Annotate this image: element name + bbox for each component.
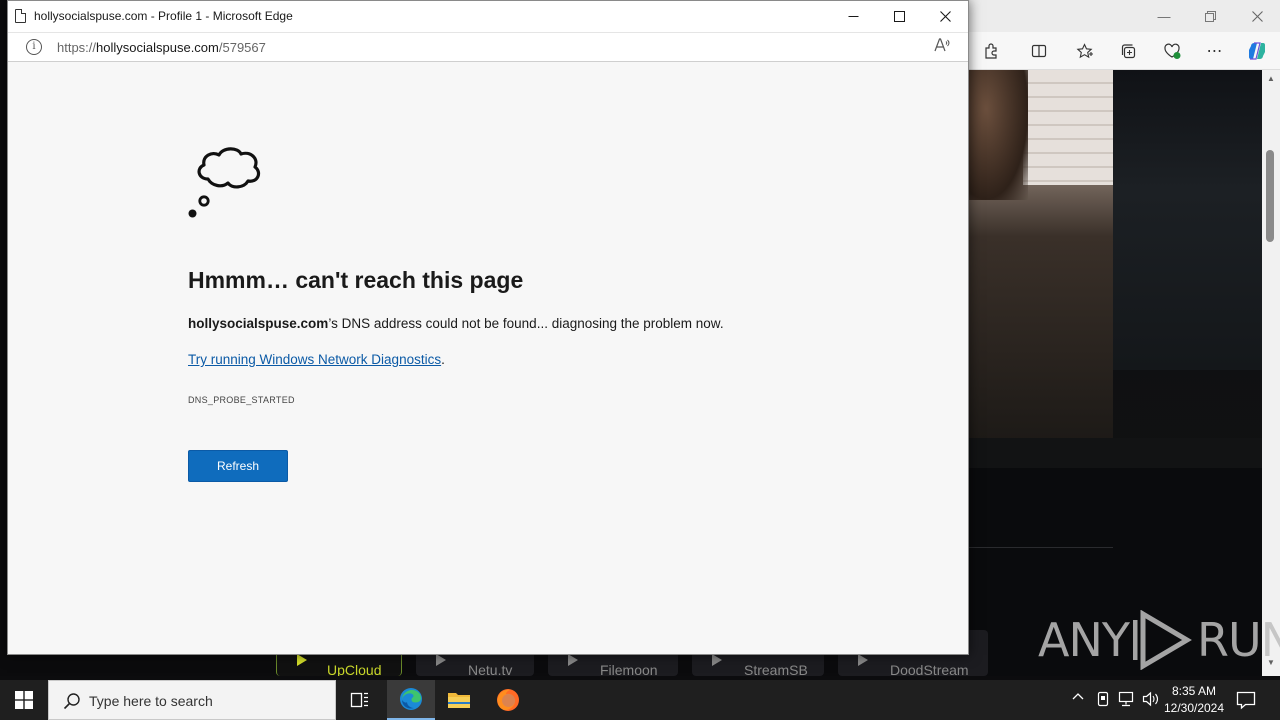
firefox-icon [497,689,519,711]
play-icon [436,654,446,666]
favorites-icon[interactable] [1073,40,1095,62]
url-text[interactable]: https://hollysocialspuse.com/579567 [57,40,266,55]
server-tab-label: StreamSB [744,662,808,676]
taskbar-edge[interactable] [387,680,435,720]
error-description: hollysocialspuse.com’s DNS address could… [188,316,724,331]
play-logo-icon [1132,610,1192,670]
error-host: hollysocialspuse.com [188,316,329,331]
scroll-up-icon[interactable]: ▲ [1262,72,1280,86]
server-tab-label: Filemoon [600,662,658,676]
show-hidden-icons[interactable] [1072,691,1084,706]
refresh-button[interactable]: Refresh [188,450,288,482]
edge-icon [400,688,422,710]
folder-icon [448,693,470,708]
taskbar-clock[interactable]: 8:35 AM 12/30/2024 [1158,683,1230,717]
error-page: Hmmm… can't reach this page hollysocials… [8,62,968,654]
extensions-icon[interactable] [980,40,1002,62]
play-icon [712,654,722,666]
window-title: hollysocialspuse.com - Profile 1 - Micro… [34,9,293,23]
play-icon [858,654,868,666]
anyrun-watermark: ANY RUN [1038,608,1280,672]
play-icon [568,654,578,666]
minimize-button[interactable] [830,1,876,32]
background-titlebar: — [968,0,1280,32]
error-title: Hmmm… can't reach this page [188,267,524,293]
url-scheme: https:// [57,40,97,55]
clock-date: 12/30/2024 [1163,701,1225,715]
url-path: /579567 [218,40,266,55]
scrollbar-thumb[interactable] [1266,150,1274,242]
taskbar-search-box[interactable]: Type here to search [48,680,336,720]
search-placeholder: Type here to search [89,693,213,709]
url-host: hollysocialspuse.com [96,40,219,55]
watermark-text: RUN [1196,613,1280,667]
windows-logo-icon [15,691,33,709]
taskbar-firefox[interactable] [484,680,532,720]
network-icon[interactable] [1118,691,1136,710]
video-frame-detail [1023,70,1113,185]
error-code: DNS_PROBE_STARTED [188,395,295,405]
close-icon[interactable] [1234,0,1280,32]
start-button[interactable] [0,680,48,720]
watermark-text: ANY [1038,613,1130,667]
thought-cloud-icon [188,147,261,218]
taskbar-file-explorer[interactable] [435,680,483,720]
video-control-bar[interactable] [968,438,1262,468]
clock-time: 8:35 AM [1171,684,1217,698]
server-tab-label: DoodStream [890,662,969,676]
notifications-icon[interactable] [1236,690,1256,715]
minimize-icon [848,16,858,17]
video-frame-light [968,70,1028,200]
more-options-icon[interactable]: ⋯ [1204,40,1226,62]
popup-titlebar[interactable]: hollysocialspuse.com - Profile 1 - Micro… [8,1,968,32]
browser-essentials-icon[interactable] [1161,40,1183,62]
background-toolbar: ⋯ [968,32,1280,70]
minimize-icon[interactable]: — [1141,0,1187,32]
divider [968,547,1113,548]
search-icon [63,693,80,710]
server-tab-label: UpCloud [327,662,382,676]
maximize-button[interactable] [876,1,922,32]
address-bar[interactable]: i https://hollysocialspuse.com/579567 [8,32,968,62]
page-icon [15,9,26,23]
info-icon[interactable]: i [26,39,42,55]
desktop: — ⋯ ▲ ▼ UpCloud Netu.tv Filemoon StreamS… [0,0,1280,720]
network-diagnostics-link[interactable]: Try running Windows Network Diagnostics [188,352,441,367]
maximize-icon [893,11,905,22]
background-video-player[interactable] [968,70,1262,468]
device-icon[interactable] [1097,691,1109,710]
taskbar: Type here to search 8:35 AM 12/30/2024 [0,680,1280,720]
server-tab-label: Netu.tv [468,662,513,676]
collections-icon[interactable] [1117,40,1139,62]
video-frame-sky [1113,70,1262,370]
task-view-icon [350,692,368,708]
diagnostics-line-suffix: . [441,352,445,367]
play-icon [297,654,307,666]
error-description-text: ’s DNS address could not be found... dia… [328,316,724,331]
close-button[interactable] [922,1,968,32]
diagnostics-line: Try running Windows Network Diagnostics. [188,352,445,367]
read-aloud-icon[interactable] [934,38,950,55]
restore-icon[interactable] [1187,0,1233,32]
task-view-button[interactable] [336,680,384,720]
popup-window: hollysocialspuse.com - Profile 1 - Micro… [7,0,969,655]
close-icon [939,11,951,22]
copilot-icon[interactable] [1246,40,1268,62]
split-screen-icon[interactable] [1028,40,1050,62]
